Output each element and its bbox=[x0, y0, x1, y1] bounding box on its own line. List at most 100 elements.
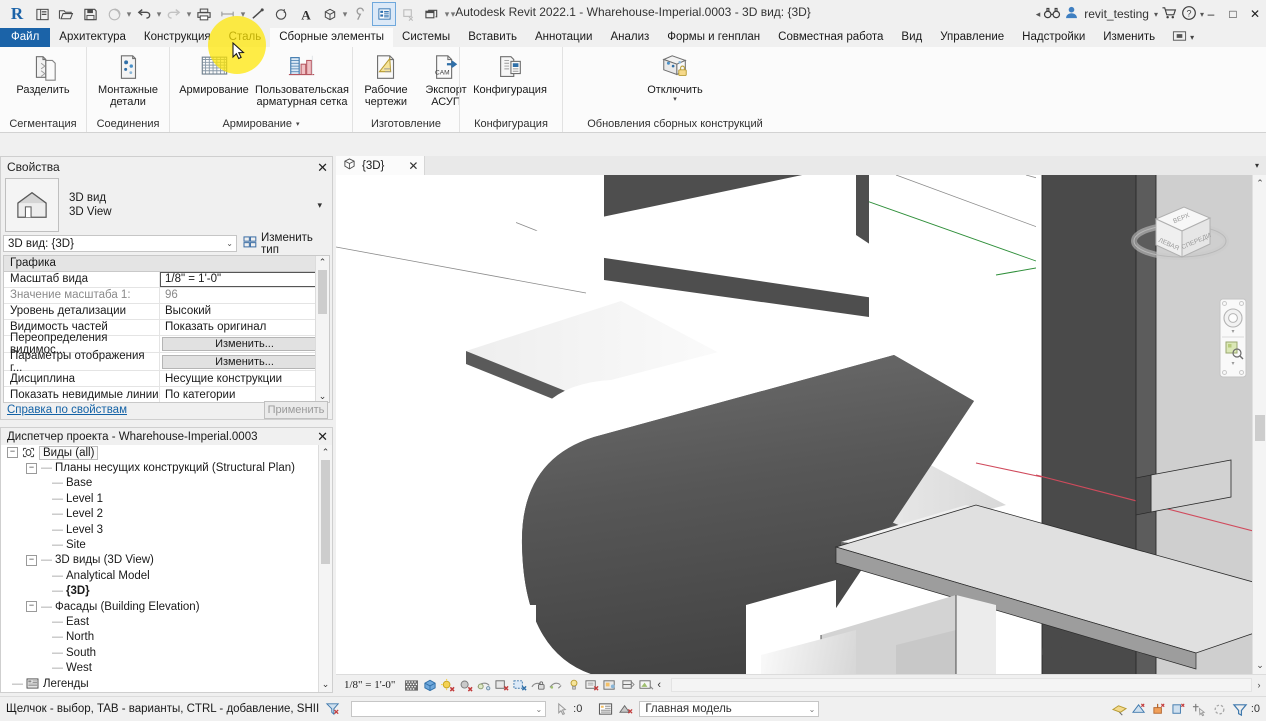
tab-architecture[interactable]: Архитектура bbox=[50, 28, 135, 47]
property-value-cell[interactable]: 1/8" = 1'-0" bbox=[160, 271, 329, 287]
redo-icon[interactable] bbox=[162, 2, 186, 26]
measure-icon[interactable] bbox=[216, 2, 240, 26]
scroll-up-icon[interactable]: ⌃ bbox=[319, 256, 327, 268]
print-icon[interactable] bbox=[192, 2, 216, 26]
reinforcement-button[interactable]: Армирование bbox=[173, 50, 255, 98]
tree-node-elevations[interactable]: − — Фасады (Building Elevation) bbox=[1, 599, 332, 614]
scroll-down-icon[interactable]: ⌄ bbox=[1253, 660, 1266, 671]
user-avatar-icon[interactable] bbox=[1064, 5, 1079, 23]
tab-insert[interactable]: Вставить bbox=[459, 28, 526, 47]
open-icon[interactable] bbox=[54, 2, 78, 26]
tab-structure[interactable]: Конструкция bbox=[135, 28, 220, 47]
property-row-detail-level[interactable]: Уровень детализации Высокий bbox=[4, 303, 329, 320]
save-as-icon[interactable] bbox=[102, 2, 126, 26]
properties-type-preview[interactable]: 3D вид 3D View ▾ bbox=[3, 177, 330, 233]
thin-lines-icon[interactable] bbox=[372, 2, 396, 26]
mounting-parts-button[interactable]: Монтажные детали bbox=[90, 50, 166, 109]
panel-title-reinforcement[interactable]: Армирование ▾ bbox=[173, 117, 349, 132]
filter-funnel-icon[interactable] bbox=[1230, 700, 1250, 718]
scroll-up-icon[interactable]: ⌃ bbox=[319, 447, 332, 458]
tree-node-level-2[interactable]: — Level 2 bbox=[1, 507, 332, 522]
tree-node-legends[interactable]: — Легенды bbox=[1, 676, 332, 691]
design-options-icon[interactable] bbox=[596, 700, 616, 718]
minimize-button[interactable]: – bbox=[1200, 0, 1222, 28]
tab-steel[interactable]: Сталь bbox=[220, 28, 271, 47]
edit-graphic-display-button[interactable]: Изменить... bbox=[162, 354, 327, 369]
new-project-icon[interactable] bbox=[30, 2, 54, 26]
close-hidden-windows-icon[interactable] bbox=[396, 2, 420, 26]
temporary-view-properties-icon[interactable] bbox=[583, 677, 600, 694]
tree-node-east[interactable]: — East bbox=[1, 614, 332, 629]
expander-icon[interactable]: − bbox=[26, 554, 37, 566]
drawing-area-vertical-scrollbar[interactable]: ⌃ ⌄ bbox=[1252, 175, 1266, 674]
filter-icon[interactable] bbox=[323, 700, 343, 718]
tree-node-3d-views[interactable]: − — 3D виды (3D View) bbox=[1, 553, 332, 568]
tree-node-views-all[interactable]: − Виды (all) bbox=[1, 445, 332, 460]
shopping-cart-icon[interactable] bbox=[1161, 5, 1178, 23]
project-browser-scrollbar[interactable]: ⌃ ⌄ bbox=[318, 445, 332, 692]
tree-node-base[interactable]: — Base bbox=[1, 476, 332, 491]
tab-annotate[interactable]: Аннотации bbox=[526, 28, 601, 47]
view-scale-field[interactable]: 1/8" = 1'-0" bbox=[160, 271, 329, 287]
type-selector-combo[interactable]: 3D вид: {3D} ⌄ bbox=[3, 235, 237, 252]
properties-group-header[interactable]: Графика ⌃ bbox=[4, 256, 329, 272]
tree-node-level-3[interactable]: — Level 3 bbox=[1, 522, 332, 537]
tree-node-analytical-model[interactable]: — Analytical Model bbox=[1, 568, 332, 583]
help-icon[interactable]: ? bbox=[1181, 5, 1197, 24]
status-search-combo[interactable]: ⌄ bbox=[351, 701, 547, 717]
expander-icon[interactable]: − bbox=[26, 601, 37, 613]
reveal-hidden-elements-icon[interactable] bbox=[565, 677, 582, 694]
tag-icon[interactable]: 1 bbox=[270, 2, 294, 26]
tree-node-level-1[interactable]: — Level 1 bbox=[1, 491, 332, 506]
property-row-view-scale[interactable]: Масштаб вида 1/8" = 1'-0" bbox=[4, 271, 329, 288]
scrollbar-thumb[interactable] bbox=[1255, 415, 1265, 441]
properties-scrollbar[interactable]: ⌃ ⌄ bbox=[315, 256, 329, 402]
shadows-icon[interactable] bbox=[457, 677, 474, 694]
tab-file[interactable]: Файл bbox=[0, 28, 51, 47]
property-value[interactable]: Высокий bbox=[160, 304, 329, 319]
temporary-hide-isolate-icon[interactable] bbox=[547, 677, 564, 694]
tree-node-north[interactable]: — North bbox=[1, 630, 332, 645]
property-row-hidden-lines[interactable]: Показать невидимые линии По категории bbox=[4, 387, 329, 402]
text-icon[interactable]: A bbox=[294, 2, 318, 26]
analytical-model-icon[interactable] bbox=[601, 677, 618, 694]
revit-logo-icon[interactable]: R bbox=[4, 1, 30, 27]
main-model-combo[interactable]: Главная модель ⌄ bbox=[639, 701, 820, 717]
default-3d-view-icon[interactable] bbox=[318, 2, 342, 26]
search-binoculars-icon[interactable] bbox=[1043, 6, 1061, 23]
aligned-dimension-icon[interactable] bbox=[246, 2, 270, 26]
view-tab-3d[interactable]: {3D} ✕ bbox=[336, 156, 426, 175]
detail-level-icon[interactable] bbox=[403, 677, 420, 694]
worksharing-display-icon[interactable] bbox=[637, 677, 654, 694]
scrollbar-thumb[interactable] bbox=[318, 270, 327, 314]
worksets-icon[interactable] bbox=[616, 700, 636, 718]
drawing-area-horizontal-scrollbar[interactable] bbox=[671, 678, 1252, 692]
edit-type-button[interactable]: Изменить тип bbox=[243, 232, 330, 256]
undo-icon[interactable] bbox=[132, 2, 156, 26]
tab-view[interactable]: Вид bbox=[892, 28, 931, 47]
type-preview-caret-icon[interactable]: ▾ bbox=[317, 200, 322, 211]
switch-windows-icon[interactable] bbox=[420, 2, 444, 26]
property-row-discipline[interactable]: Дисциплина Несущие конструкции bbox=[4, 371, 329, 388]
expander-icon[interactable]: − bbox=[7, 447, 18, 459]
edit-visibility-button[interactable]: Изменить... bbox=[162, 337, 327, 352]
constraints-icon[interactable] bbox=[619, 677, 636, 694]
disable-updates-button[interactable]: Отключить ▾ bbox=[628, 50, 722, 104]
scroll-right-icon[interactable]: › bbox=[1252, 680, 1266, 690]
view-scale-label[interactable]: 1/8" = 1'-0" bbox=[344, 679, 395, 691]
maximize-button[interactable]: □ bbox=[1222, 0, 1244, 28]
close-button[interactable]: ✕ bbox=[1244, 0, 1266, 28]
lock-3d-view-icon[interactable] bbox=[529, 677, 546, 694]
tab-manage[interactable]: Управление bbox=[931, 28, 1013, 47]
view-tab-overflow-caret-icon[interactable]: ▾ bbox=[1248, 156, 1266, 175]
rendering-dialog-icon[interactable] bbox=[475, 677, 492, 694]
disable-updates-caret-icon[interactable]: ▾ bbox=[673, 96, 677, 103]
user-menu-caret-icon[interactable]: ▾ bbox=[1154, 10, 1158, 19]
tab-addins[interactable]: Надстройки bbox=[1013, 28, 1094, 47]
tab-massing-site[interactable]: Формы и генплан bbox=[658, 28, 769, 47]
property-value[interactable]: Несущие конструкции bbox=[160, 371, 329, 386]
apply-button[interactable]: Применить bbox=[264, 401, 328, 419]
scrollbar-thumb[interactable] bbox=[321, 460, 330, 564]
drag-elements-icon[interactable] bbox=[1190, 700, 1210, 718]
crop-view-icon[interactable] bbox=[493, 677, 510, 694]
